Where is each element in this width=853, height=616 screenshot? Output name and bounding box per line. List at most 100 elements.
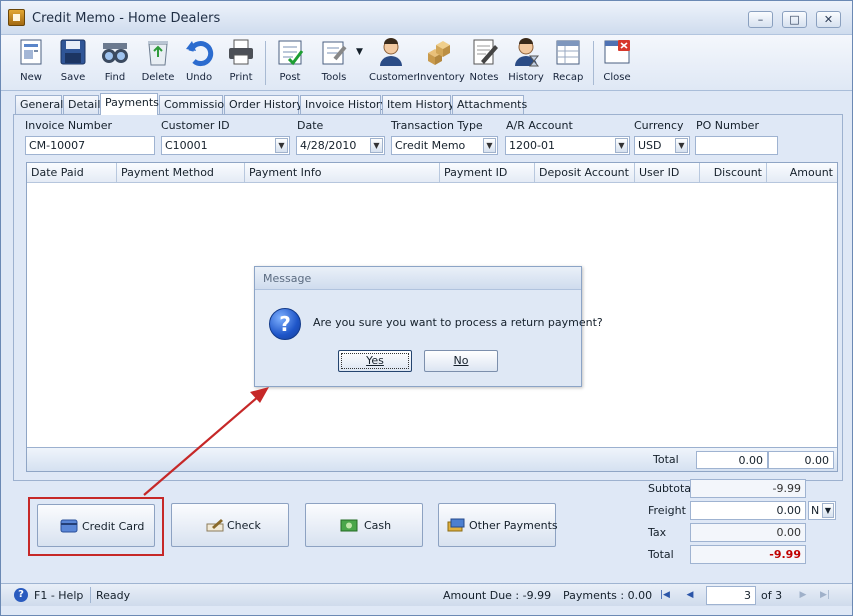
currency-value: USD xyxy=(638,139,662,152)
column-header-deposit-account[interactable]: Deposit Account xyxy=(535,163,635,182)
page-count-text: of 3 xyxy=(761,589,783,602)
ar-account-field[interactable]: 1200-01 ▼ xyxy=(505,136,630,155)
chevron-down-icon[interactable]: ▼ xyxy=(275,138,288,153)
chevron-down-icon[interactable]: ▼ xyxy=(675,138,688,153)
new-button[interactable]: New xyxy=(13,35,49,91)
app-icon xyxy=(8,9,25,26)
status-separator xyxy=(90,587,91,603)
credit-card-button[interactable]: Credit Card xyxy=(37,504,155,547)
close-window-button[interactable]: ✕ xyxy=(816,11,841,28)
toolbar-label: Print xyxy=(229,72,253,83)
po-number-field[interactable] xyxy=(695,136,778,155)
chevron-down-icon[interactable]: ▼ xyxy=(370,138,383,153)
check-pen-icon xyxy=(206,519,224,532)
invoice-number-label: Invoice Number xyxy=(25,119,113,132)
toolbar-label: Undo xyxy=(185,72,213,83)
amount-due-text: Amount Due : -9.99 xyxy=(443,589,552,602)
post-ledger-icon xyxy=(278,40,304,66)
chevron-down-icon[interactable]: ▼ xyxy=(615,138,628,153)
total-label: Total xyxy=(648,548,674,561)
undo-button[interactable]: Undo xyxy=(181,35,217,91)
cash-button[interactable]: Cash xyxy=(305,503,423,547)
credit-memo-window: Credit Memo - Home Dealers – □ ✕ New Sav… xyxy=(0,0,853,616)
toolbar-separator xyxy=(265,41,266,85)
dialog-title: Message xyxy=(255,267,581,290)
delete-button[interactable]: Delete xyxy=(139,35,177,91)
next-record-icon[interactable]: ▶ xyxy=(796,588,810,602)
grid-total-amount: 0.00 xyxy=(768,451,834,469)
tab-order-history[interactable]: Order History xyxy=(224,95,303,114)
date-field[interactable]: 4/28/2010 ▼ xyxy=(296,136,385,155)
history-button[interactable]: History xyxy=(507,35,545,91)
question-icon: ? xyxy=(269,308,301,340)
column-header-discount[interactable]: Discount xyxy=(700,163,767,182)
toolbar: New Save Find Delete Undo Print Post Too… xyxy=(1,35,852,91)
previous-record-icon[interactable]: ◀ xyxy=(683,588,697,602)
transaction-type-field[interactable]: Credit Memo ▼ xyxy=(391,136,498,155)
print-button[interactable]: Print xyxy=(223,35,259,91)
tools-dropdown-arrow-icon[interactable]: ▼ xyxy=(356,47,363,57)
no-button[interactable]: No xyxy=(424,350,498,372)
column-header-amount[interactable]: Amount xyxy=(767,163,837,182)
notes-pencil-icon xyxy=(473,39,498,65)
help-icon[interactable]: ? xyxy=(14,588,28,602)
chevron-down-icon[interactable]: ▼ xyxy=(483,138,496,153)
tab-attachments[interactable]: Attachments xyxy=(452,95,527,114)
currency-field[interactable]: USD ▼ xyxy=(634,136,690,155)
recycle-bin-icon xyxy=(148,41,168,66)
tab-general[interactable]: General xyxy=(15,95,63,114)
chevron-down-icon[interactable]: ▼ xyxy=(822,503,834,518)
freight-code-select[interactable]: N ▼ xyxy=(808,501,836,520)
new-document-icon xyxy=(20,39,42,65)
toolbar-label: Inventory xyxy=(417,72,465,83)
post-button[interactable]: Post xyxy=(272,35,308,91)
invoice-number-field[interactable]: CM-10007 xyxy=(25,136,155,155)
check-button[interactable]: Check xyxy=(171,503,289,547)
title-bar: Credit Memo - Home Dealers – □ ✕ xyxy=(1,1,852,35)
last-record-icon[interactable]: ▶| xyxy=(818,588,832,602)
tab-invoice-history[interactable]: Invoice History xyxy=(300,95,387,114)
save-button[interactable]: Save xyxy=(55,35,91,91)
tab-commission[interactable]: Commission xyxy=(159,95,231,114)
freight-label: Freight xyxy=(648,504,686,517)
total-value: -9.99 xyxy=(690,545,806,564)
grid-header: Date Paid Payment Method Payment Info Pa… xyxy=(27,163,837,183)
customer-button[interactable]: Customer xyxy=(369,35,418,91)
window-title: Credit Memo - Home Dealers xyxy=(32,11,221,26)
customer-id-value: C10001 xyxy=(165,139,208,152)
cash-money-icon xyxy=(340,519,358,532)
save-disk-icon xyxy=(60,39,86,65)
notes-button[interactable]: Notes xyxy=(465,35,503,91)
maximize-button[interactable]: □ xyxy=(782,11,807,28)
close-button[interactable]: Close xyxy=(599,35,635,91)
minimize-button[interactable]: – xyxy=(748,11,773,28)
column-header-payment-info[interactable]: Payment Info xyxy=(245,163,440,182)
ar-account-value: 1200-01 xyxy=(509,139,555,152)
toolbar-label: Tools xyxy=(321,72,347,83)
transaction-type-label: Transaction Type xyxy=(391,119,483,132)
customer-id-field[interactable]: C10001 ▼ xyxy=(161,136,290,155)
first-record-icon[interactable]: |◀ xyxy=(658,588,672,602)
other-payments-label: Other Payments xyxy=(469,519,558,532)
tab-payments[interactable]: Payments xyxy=(100,93,159,115)
yes-button[interactable]: Yes xyxy=(338,350,412,372)
column-header-payment-id[interactable]: Payment ID xyxy=(440,163,535,182)
currency-label: Currency xyxy=(634,119,684,132)
freight-field[interactable]: 0.00 xyxy=(690,501,806,520)
tools-button[interactable]: Tools xyxy=(313,35,355,91)
inventory-button[interactable]: Inventory xyxy=(417,35,465,91)
recap-button[interactable]: Recap xyxy=(549,35,587,91)
customer-id-label: Customer ID xyxy=(161,119,230,132)
help-text[interactable]: F1 - Help xyxy=(34,589,83,602)
toolbar-label: Close xyxy=(603,72,631,83)
tax-label: Tax xyxy=(648,526,667,539)
find-button[interactable]: Find xyxy=(97,35,133,91)
customer-person-icon xyxy=(380,38,402,66)
column-header-date-paid[interactable]: Date Paid xyxy=(27,163,117,182)
page-number-field[interactable]: 3 xyxy=(706,586,756,605)
tab-item-history[interactable]: Item History xyxy=(382,95,455,114)
column-header-payment-method[interactable]: Payment Method xyxy=(117,163,245,182)
other-payments-button[interactable]: Other Payments xyxy=(438,503,558,547)
tab-detail[interactable]: Detail xyxy=(63,95,100,114)
column-header-user-id[interactable]: User ID xyxy=(635,163,700,182)
